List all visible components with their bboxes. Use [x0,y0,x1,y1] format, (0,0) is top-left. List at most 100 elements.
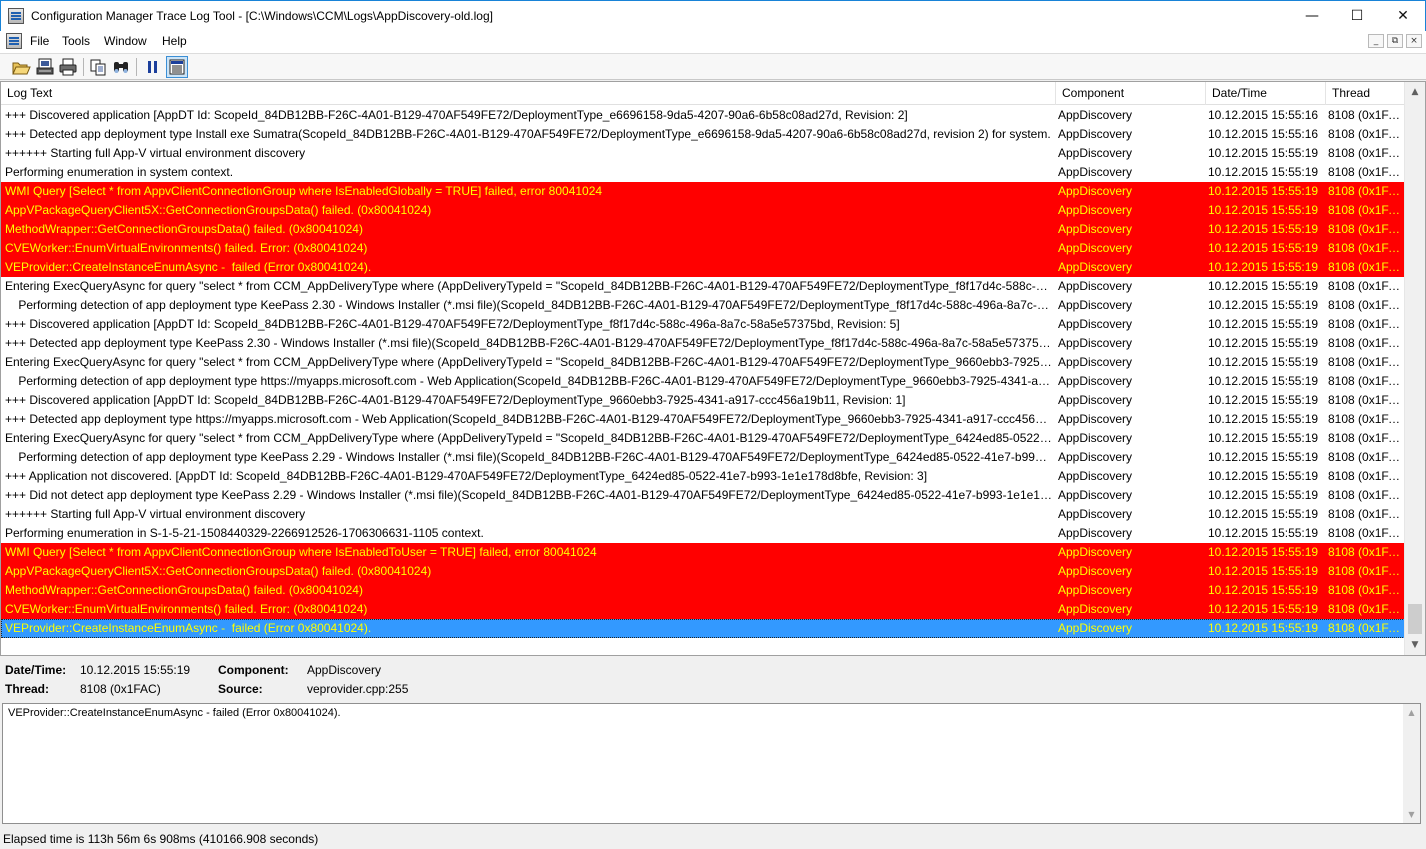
print-icon[interactable] [57,56,79,78]
component-cell: AppDiscovery [1058,108,1133,122]
child-restore-button[interactable]: ⧉ [1387,34,1403,48]
component-cell: AppDiscovery [1058,184,1133,198]
datetime-cell: 10.12.2015 15:55:19 [1208,165,1319,179]
grid-header: Log Text Component Date/Time Thread [1,82,1405,105]
log-text-cell: +++ Discovered application [AppDT Id: Sc… [5,317,900,331]
scroll-down-icon[interactable]: ▼ [1405,635,1425,655]
highlight-icon[interactable] [166,56,188,78]
log-row[interactable]: +++ Detected app deployment type https:/… [1,410,1405,429]
datetime-cell: 10.12.2015 15:55:19 [1208,146,1319,160]
log-row[interactable]: WMI Query [Select * from AppvClientConne… [1,182,1405,201]
log-row[interactable]: AppVPackageQueryClient5X::GetConnectionG… [1,201,1405,220]
log-scrollbar[interactable]: ▲ ▼ [1404,82,1425,655]
thread-cell: 8108 (0x1FAC) [1328,260,1404,274]
thread-cell: 8108 (0x1FAC) [1328,507,1404,521]
log-row[interactable]: Entering ExecQueryAsync for query "selec… [1,277,1405,296]
thread-cell: 8108 (0x1FAC) [1328,222,1404,236]
log-row[interactable]: +++ Discovered application [AppDT Id: Sc… [1,391,1405,410]
pause-icon[interactable] [142,56,164,78]
child-minimize-button[interactable]: _ [1368,34,1384,48]
thread-cell: 8108 (0x1FAC) [1328,165,1404,179]
component-cell: AppDiscovery [1058,393,1133,407]
log-row[interactable]: +++ Detected app deployment type Install… [1,125,1405,144]
log-row[interactable]: +++ Discovered application [AppDT Id: Sc… [1,106,1405,125]
log-text-cell: MethodWrapper::GetConnectionGroupsData()… [5,222,363,236]
scroll-up-icon[interactable]: ▲ [1405,82,1425,102]
log-row[interactable]: Entering ExecQueryAsync for query "selec… [1,353,1405,372]
column-header-datetime[interactable]: Date/Time [1206,82,1326,105]
thread-cell: 8108 (0x1FAC) [1328,393,1404,407]
thread-cell: 8108 (0x1FAC) [1328,526,1404,540]
log-row[interactable]: Performing enumeration in system context… [1,163,1405,182]
print-preview-icon[interactable] [34,56,56,78]
app-icon[interactable] [8,8,24,24]
details-pane: Date/Time: 10.12.2015 15:55:19 Component… [0,656,1426,704]
menu-help[interactable]: Help [162,34,187,48]
minimize-button[interactable]: — [1289,1,1335,31]
log-row[interactable]: +++ Detected app deployment type KeePass… [1,334,1405,353]
column-header-thread[interactable]: Thread [1326,82,1405,105]
thread-cell: 8108 (0x1FAC) [1328,241,1404,255]
log-text-cell: WMI Query [Select * from AppvClientConne… [5,184,603,198]
log-row[interactable]: Performing detection of app deployment t… [1,296,1405,315]
datetime-cell: 10.12.2015 15:55:19 [1208,260,1319,274]
thread-value: 8108 (0x1FAC) [80,682,161,696]
log-row[interactable]: Entering ExecQueryAsync for query "selec… [1,429,1405,448]
menu-window[interactable]: Window [104,34,147,48]
component-value: AppDiscovery [307,663,382,677]
thread-cell: 8108 (0x1FAC) [1328,184,1404,198]
column-header-component[interactable]: Component [1056,82,1206,105]
scroll-thumb[interactable] [1408,604,1422,634]
datetime-cell: 10.12.2015 15:55:19 [1208,279,1319,293]
datetime-cell: 10.12.2015 15:55:19 [1208,507,1319,521]
log-row[interactable]: Performing detection of app deployment t… [1,448,1405,467]
thread-label: Thread: [5,682,50,696]
child-close-button[interactable]: × [1406,34,1422,48]
log-text-cell: +++ Discovered application [AppDT Id: Sc… [5,393,906,407]
thread-cell: 8108 (0x1FAC) [1328,127,1404,141]
log-text-cell: CVEWorker::EnumVirtualEnvironments() fai… [5,241,368,255]
log-row[interactable]: +++ Application not discovered. [AppDT I… [1,467,1405,486]
column-header-log-text[interactable]: Log Text [1,82,1056,105]
log-row[interactable]: Performing enumeration in S-1-5-21-15084… [1,524,1405,543]
message-scrollbar[interactable]: ▲ ▼ [1403,704,1420,823]
datetime-cell: 10.12.2015 15:55:19 [1208,469,1319,483]
log-row[interactable]: +++ Discovered application [AppDT Id: Sc… [1,315,1405,334]
log-row[interactable]: CVEWorker::EnumVirtualEnvironments() fai… [1,239,1405,258]
find-icon[interactable] [110,56,132,78]
thread-cell: 8108 (0x1FAC) [1328,564,1404,578]
log-row[interactable]: WMI Query [Select * from AppvClientConne… [1,543,1405,562]
component-cell: AppDiscovery [1058,374,1133,388]
message-textbox[interactable]: VEProvider::CreateInstanceEnumAsync - fa… [2,703,1421,824]
open-icon[interactable] [10,56,32,78]
datetime-cell: 10.12.2015 15:55:16 [1208,108,1319,122]
component-cell: AppDiscovery [1058,583,1133,597]
toolbar [0,53,1426,80]
log-row[interactable]: MethodWrapper::GetConnectionGroupsData()… [1,220,1405,239]
log-row[interactable]: AppVPackageQueryClient5X::GetConnectionG… [1,562,1405,581]
log-row[interactable]: VEProvider::CreateInstanceEnumAsync - fa… [1,619,1405,638]
menu-file[interactable]: File [30,34,49,48]
maximize-button[interactable]: ☐ [1334,1,1380,31]
log-row[interactable]: ++++++ Starting full App-V virtual envir… [1,144,1405,163]
log-row[interactable]: MethodWrapper::GetConnectionGroupsData()… [1,581,1405,600]
log-text-cell: +++ Did not detect app deployment type K… [5,488,1053,502]
component-cell: AppDiscovery [1058,602,1133,616]
log-row[interactable]: ++++++ Starting full App-V virtual envir… [1,505,1405,524]
log-row[interactable]: Performing detection of app deployment t… [1,372,1405,391]
thread-cell: 8108 (0x1FAC) [1328,412,1404,426]
datetime-cell: 10.12.2015 15:55:19 [1208,355,1319,369]
log-row[interactable]: CVEWorker::EnumVirtualEnvironments() fai… [1,600,1405,619]
component-cell: AppDiscovery [1058,336,1133,350]
close-button[interactable]: ✕ [1380,1,1426,31]
message-scroll-down-icon[interactable]: ▼ [1403,806,1420,823]
log-row[interactable]: VEProvider::CreateInstanceEnumAsync - fa… [1,258,1405,277]
log-grid[interactable]: Log Text Component Date/Time Thread +++ … [0,81,1426,656]
log-row[interactable]: +++ Did not detect app deployment type K… [1,486,1405,505]
message-scroll-up-icon[interactable]: ▲ [1403,704,1420,721]
log-text-cell: +++ Detected app deployment type https:/… [5,412,1053,426]
copy-icon[interactable] [87,56,109,78]
component-cell: AppDiscovery [1058,355,1133,369]
menu-tools[interactable]: Tools [62,34,90,48]
document-icon[interactable] [6,33,22,49]
